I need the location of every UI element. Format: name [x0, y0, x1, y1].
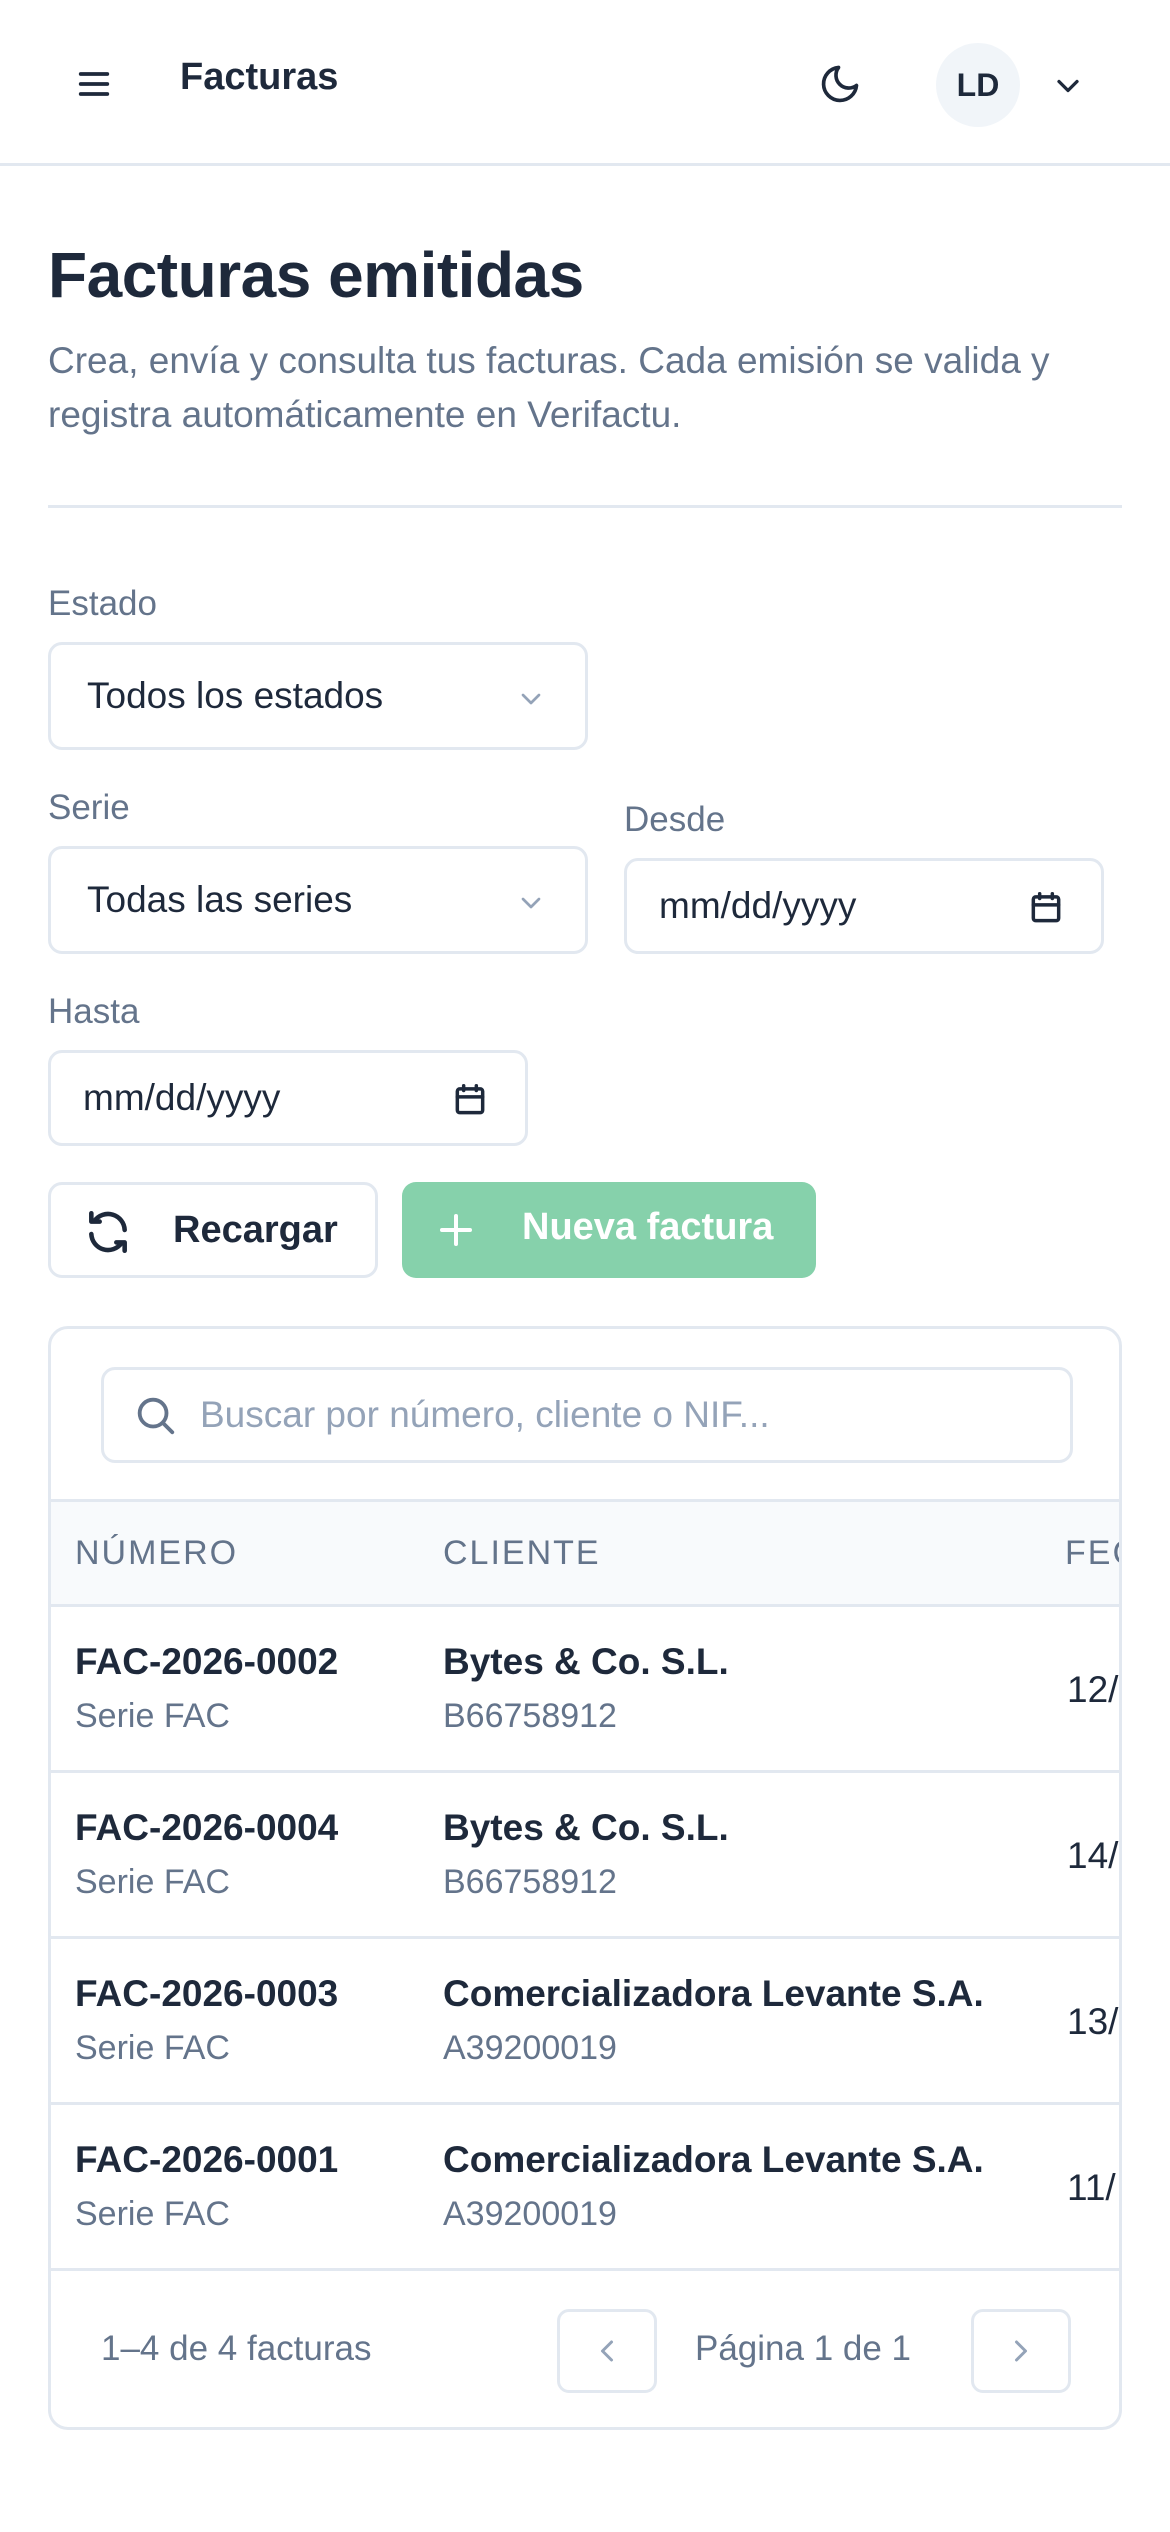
client-name: Comercializadora Levante S.A.	[443, 1973, 984, 2014]
invoice-date: 13/	[1067, 2001, 1119, 2042]
table-row[interactable]: FAC-2026-0004 Serie FAC Bytes & Co. S.L.…	[51, 1773, 1119, 1939]
estado-select[interactable]: Todos los estados	[48, 642, 588, 750]
column-header-numero[interactable]: NÚMERO	[75, 1534, 238, 1573]
menu-icon	[78, 72, 110, 96]
invoice-series: Serie FAC	[75, 1697, 230, 1735]
user-menu-button[interactable]	[1040, 58, 1096, 114]
invoice-number: FAC-2026-0002	[75, 1641, 339, 1682]
refresh-icon	[89, 1210, 127, 1254]
chevron-down-icon	[521, 693, 541, 705]
moon-icon	[821, 65, 859, 103]
menu-button[interactable]	[62, 52, 126, 116]
desde-date-input[interactable]: mm/dd/yyyy	[624, 858, 1104, 954]
table-row[interactable]: FAC-2026-0003 Serie FAC Comercializadora…	[51, 1939, 1119, 2105]
invoice-date: 14/	[1067, 1835, 1119, 1876]
chevron-left-icon	[601, 2340, 613, 2362]
serie-label: Serie	[48, 788, 130, 827]
hasta-label: Hasta	[48, 992, 140, 1031]
chevron-down-icon	[1057, 79, 1079, 93]
table-row[interactable]: FAC-2026-0001 Serie FAC Comercializadora…	[51, 2105, 1119, 2271]
calendar-icon[interactable]	[1027, 889, 1065, 927]
calendar-icon[interactable]	[451, 1081, 489, 1119]
client-nif: B66758912	[443, 1697, 617, 1735]
plus-icon	[440, 1214, 472, 1246]
invoice-number: FAC-2026-0004	[75, 1807, 339, 1848]
client-nif: B66758912	[443, 1863, 617, 1901]
client-nif: A39200019	[443, 2029, 617, 2067]
hasta-date-placeholder: mm/dd/yyyy	[83, 1077, 281, 1118]
estado-label: Estado	[48, 584, 157, 623]
search-input[interactable]: Buscar por número, cliente o NIF...	[101, 1367, 1073, 1463]
client-name: Bytes & Co. S.L.	[443, 1807, 729, 1848]
reload-button-label: Recargar	[173, 1209, 338, 1251]
invoice-number: FAC-2026-0001	[75, 2139, 339, 2180]
new-invoice-button[interactable]: Nueva factura	[402, 1182, 816, 1278]
invoice-series: Serie FAC	[75, 1863, 230, 1901]
column-header-cliente[interactable]: CLIENTE	[443, 1534, 601, 1573]
app-title: Facturas	[180, 56, 339, 98]
invoice-series: Serie FAC	[75, 2195, 230, 2233]
divider	[48, 505, 1122, 508]
page-indicator: Página 1 de 1	[695, 2329, 912, 2368]
table-header: NÚMERO CLIENTE FEC	[51, 1499, 1119, 1607]
desde-label: Desde	[624, 800, 726, 839]
chevron-right-icon	[1015, 2340, 1027, 2362]
invoice-date: 12/	[1067, 1669, 1119, 1710]
invoice-number: FAC-2026-0003	[75, 1973, 339, 2014]
estado-select-value: Todos los estados	[87, 675, 384, 716]
serie-select[interactable]: Todas las series	[48, 846, 588, 954]
results-count: 1–4 de 4 facturas	[101, 2329, 372, 2368]
table-row[interactable]: FAC-2026-0002 Serie FAC Bytes & Co. S.L.…	[51, 1607, 1119, 1773]
hasta-date-input[interactable]: mm/dd/yyyy	[48, 1050, 528, 1146]
client-name: Bytes & Co. S.L.	[443, 1641, 729, 1682]
next-page-button[interactable]	[971, 2309, 1071, 2393]
invoices-card: Buscar por número, cliente o NIF... NÚME…	[48, 1326, 1122, 2430]
client-name: Comercializadora Levante S.A.	[443, 2139, 984, 2180]
theme-toggle-button[interactable]	[808, 52, 872, 116]
previous-page-button[interactable]	[557, 2309, 657, 2393]
reload-button[interactable]: Recargar	[48, 1182, 378, 1278]
client-nif: A39200019	[443, 2195, 617, 2233]
search-icon	[137, 1397, 175, 1435]
serie-select-value: Todas las series	[87, 879, 353, 920]
search-placeholder: Buscar por número, cliente o NIF...	[200, 1394, 770, 1435]
invoice-series: Serie FAC	[75, 2029, 230, 2067]
desde-date-placeholder: mm/dd/yyyy	[659, 885, 857, 926]
avatar[interactable]: LD	[936, 43, 1020, 127]
column-header-fecha[interactable]: FEC	[1065, 1534, 1119, 1573]
invoice-date: 11/	[1067, 2167, 1116, 2208]
top-bar: Facturas LD	[0, 0, 1170, 166]
page-title: Facturas emitidas	[48, 239, 584, 311]
new-invoice-button-label: Nueva factura	[522, 1206, 774, 1248]
page-subtitle: Crea, envía y consulta tus facturas. Cad…	[48, 340, 1050, 435]
chevron-down-icon	[521, 897, 541, 909]
